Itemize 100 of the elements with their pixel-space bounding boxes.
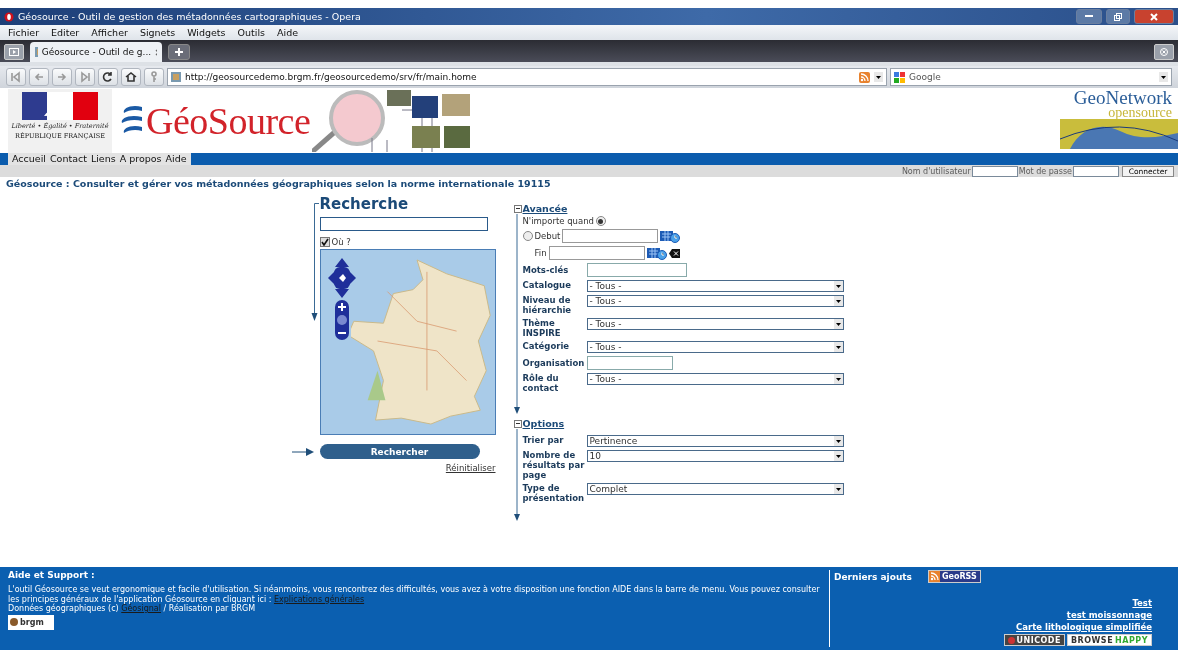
section-link[interactable]: Options [522,418,565,429]
dropdown[interactable]: - Tous - [586,318,844,330]
calendar-icon[interactable] [646,246,667,260]
password-label: Mot de passe [1018,166,1072,176]
favicon-icon [171,72,181,82]
dropdown[interactable]: Pertinence [586,435,844,447]
nav-link[interactable]: Aide [165,153,187,165]
forward-button[interactable] [52,68,72,86]
footer-title: Aide et Support : [8,570,96,580]
menu-item[interactable]: Signets [139,27,176,38]
marianne-flag-icon [22,92,98,120]
nav-link[interactable]: Accueil [12,153,46,165]
calendar-icon[interactable] [660,229,681,243]
field-label: Mots-clés [522,265,570,275]
field-label: Rôle du contact [522,373,560,393]
checkbox-label: Où ? [331,237,351,247]
dropdown[interactable]: - Tous - [586,295,844,307]
menu-item[interactable]: Fichier [8,27,40,38]
text-field[interactable] [586,263,687,277]
dropdown[interactable]: Complet [586,483,844,495]
new-tab-button[interactable] [168,44,190,60]
radio-label: N'importe quand [522,216,594,226]
field-label: Trier par [522,435,565,445]
home-button[interactable] [121,68,141,86]
close-icon [1150,12,1158,21]
restore-icon [1114,12,1122,21]
search-field[interactable]: Google [890,68,1172,86]
search-field[interactable] [319,217,488,231]
field-label: Organisation [522,358,585,368]
reload-button[interactable] [98,68,118,86]
unicode-badge[interactable]: UNICODE [1003,634,1065,646]
dropdown[interactable]: - Tous - [586,341,844,353]
dropdown[interactable]: - Tous - [586,373,844,385]
site-logo: GéoSource [146,99,311,143]
username-field[interactable] [971,165,1018,177]
latest-link[interactable]: test moissonnage [1066,609,1152,621]
caret-icon [833,451,843,461]
address-field[interactable]: http://geosourcedemo.brgm.fr/geosourcedemo/srv/fr/main.home [167,68,887,86]
menu-item[interactable]: Editer [51,27,80,38]
rss-icon[interactable] [859,71,870,83]
browsehappy-badge[interactable]: BROWSE HAPPY [1067,634,1152,646]
menu-item[interactable]: Afficher [91,27,128,38]
password-field[interactable] [1073,165,1119,177]
nav-link[interactable]: A propos [119,153,162,165]
menu-item[interactable]: Outils [237,27,265,38]
nav-link[interactable]: Contact [49,153,87,165]
brgm-emblem-icon [10,618,18,626]
radio-label: Debut [534,231,561,241]
caret-icon [833,281,843,291]
field-label: Niveau de hiérarchie [522,295,573,315]
field-label: Nombre de résultats par page [522,450,585,480]
back-button[interactable] [29,68,49,86]
radio-button[interactable] [522,231,533,241]
menu-item[interactable]: Widgets [187,27,226,38]
page-subtitle: Géosource : Consulter et gérer vos métadonnées géographiques selon la norme internationale 19115 [5,177,552,191]
minimize-button[interactable] [1076,9,1102,24]
browser-tab[interactable]: Géosource - Outil de g... [30,42,162,62]
caret-icon [833,484,843,494]
search-button[interactable]: Rechercher [319,444,480,459]
plus-icon [175,48,183,56]
window-title: Géosource - Outil de gestion des métadonnées cartographiques - Opera [18,11,362,22]
collapse-icon[interactable] [513,204,522,213]
home-icon [124,70,138,84]
restore-button[interactable] [1106,9,1130,24]
partner-logo-subtitle: opensource [1108,107,1173,119]
help-paragraph: L'outil Géosource se veut ergonomique et facile d'utilisation. Si néanmoins, vous rencontrez des difficultés, vous avez à votre disposition une fonction AIDE dans la barre de menu. Vous pouvez consulter les principes généraux de l'application Géosource en cliquant ici : Explications générales [8,585,821,604]
field-label: Type de présentation [522,483,585,503]
pan-control-icon[interactable] [327,258,356,298]
latest-link[interactable]: Carte lithologique simplifiée [1016,621,1152,633]
clear-icon[interactable] [668,248,680,258]
checkbox[interactable] [319,237,330,247]
footer-title: Derniers ajouts [834,571,912,582]
panel-toggle-button[interactable] [4,44,24,60]
dropdown[interactable]: - Tous - [586,280,844,292]
reset-link[interactable]: Réinitialiser [445,463,496,473]
date-field[interactable] [562,229,659,243]
caret-icon [833,342,843,352]
menu-item[interactable]: Aide [277,27,298,38]
search-title: Recherche [319,195,410,213]
caret-icon [833,436,843,446]
fast-forward-icon [78,70,92,84]
reload-icon [101,70,115,84]
partner-logo: GeoNetwork [1073,89,1173,107]
date-label: Fin [534,248,547,258]
collapse-icon[interactable] [513,419,522,428]
text-field[interactable] [586,356,673,370]
zoom-control-icon[interactable] [334,300,349,340]
date-field[interactable] [548,246,645,260]
rewind-button[interactable] [6,68,26,86]
latest-link[interactable]: Test [1132,597,1152,609]
nav-link[interactable]: Liens [90,153,116,165]
dropdown[interactable]: 10 [586,450,844,462]
panel-icon [9,48,19,56]
rewind-icon [9,70,23,84]
radio-button[interactable] [595,216,606,226]
close-button[interactable] [1134,9,1174,24]
georss-badge[interactable]: GeoRSS [927,570,981,583]
section-link[interactable]: Avancée [522,203,568,214]
minimize-icon [1085,15,1093,18]
credit-text: Données géographiques (c) Géosignal / Réalisation par BRGM [8,604,257,614]
